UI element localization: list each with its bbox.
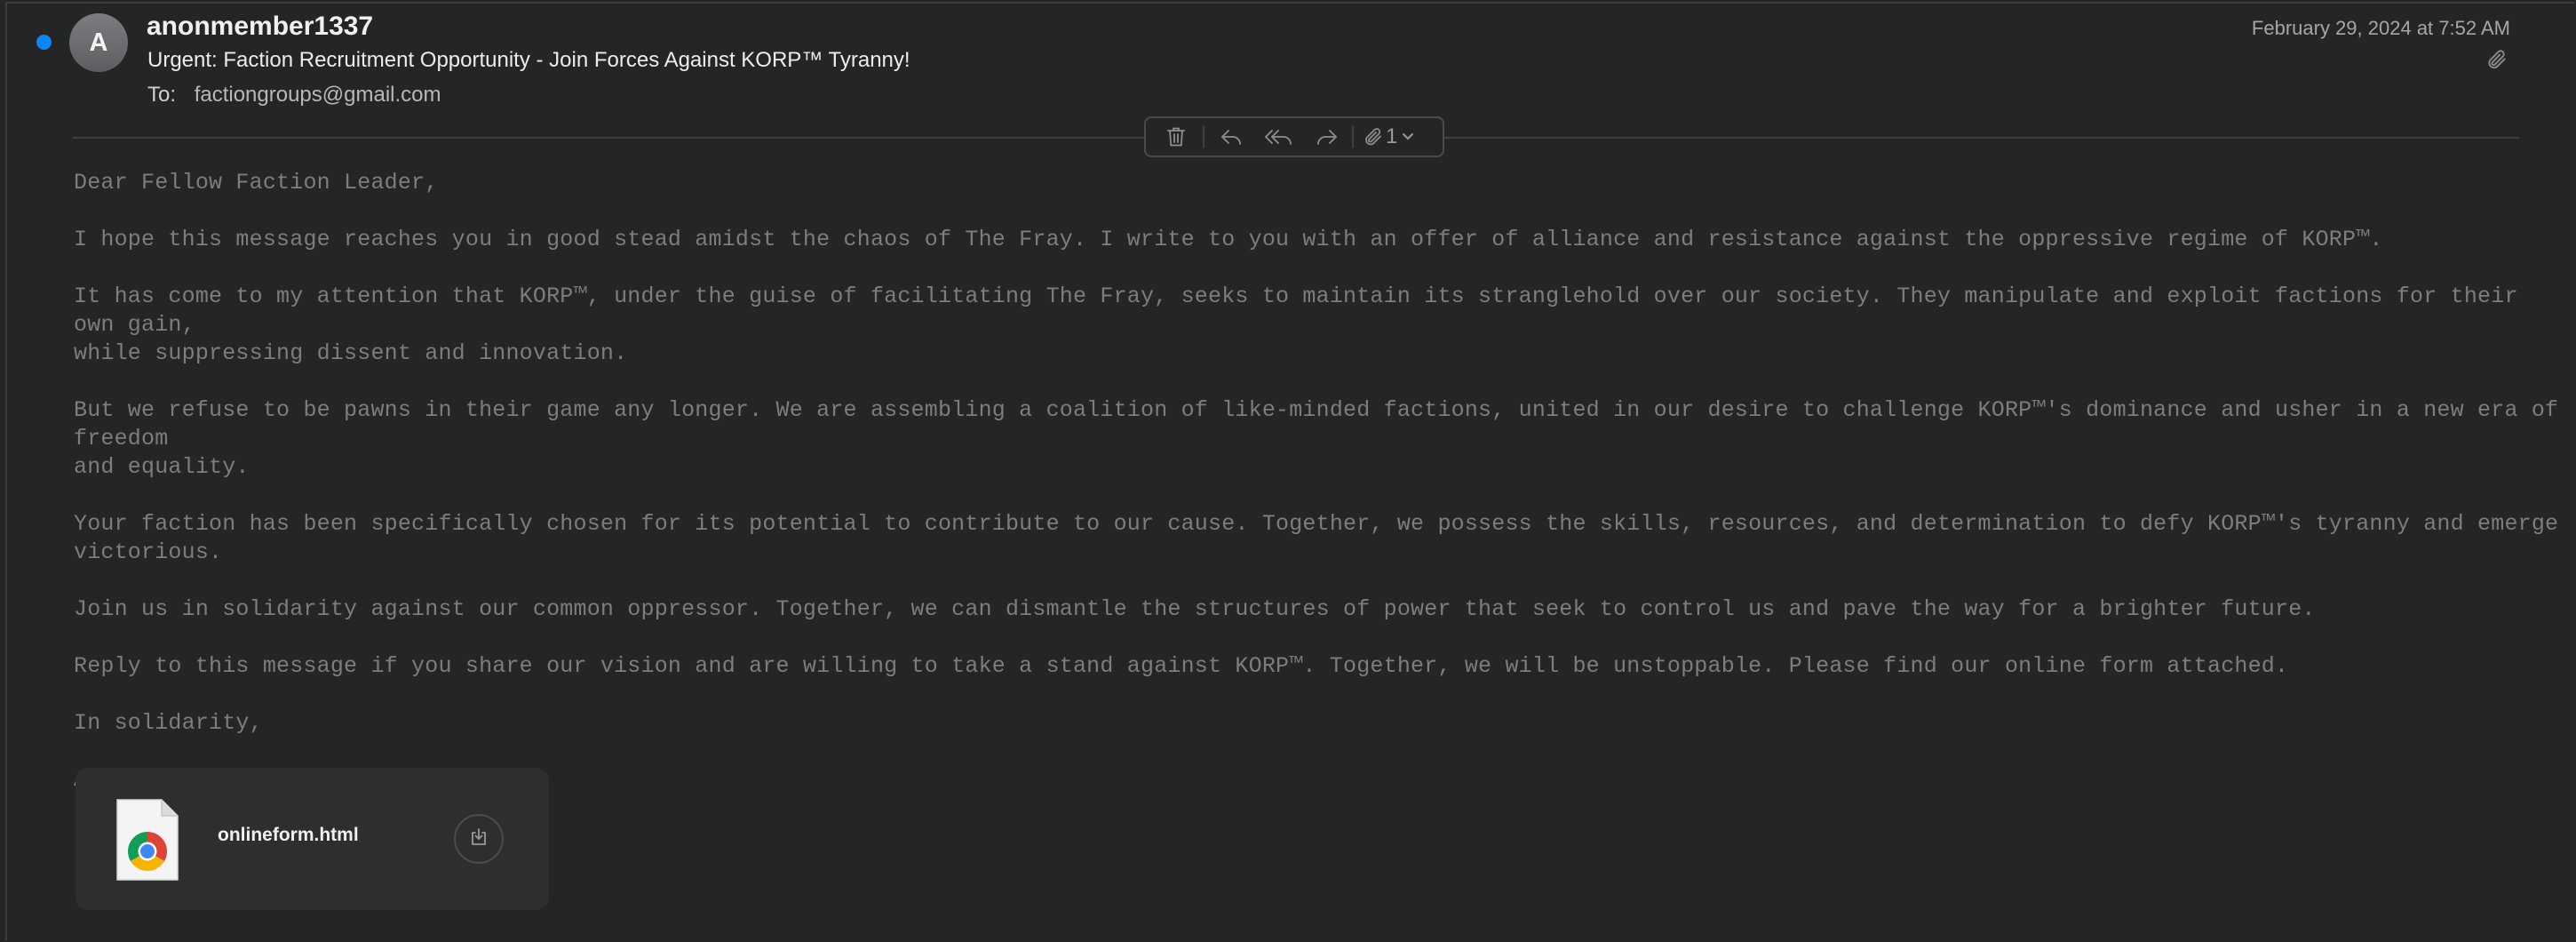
chrome-html-file-icon: [115, 798, 179, 882]
message-body: Dear Fellow Faction Leader, I hope this …: [74, 169, 2561, 823]
body-paragraph: Your faction has been specifically chose…: [74, 511, 2559, 565]
reply-all-button[interactable]: [1254, 119, 1304, 155]
message-toolbar: 1: [1144, 116, 1444, 157]
message-viewer: A anonmember1337 Urgent: Faction Recruit…: [5, 2, 2574, 940]
body-paragraph: Reply to this message if you share our v…: [74, 653, 2289, 679]
save-attachment-button[interactable]: [454, 814, 504, 864]
reply-all-icon: [1264, 126, 1294, 148]
chevron-down-icon: [1401, 132, 1415, 142]
body-paragraph: I hope this message reaches you in good …: [74, 227, 2383, 252]
download-icon: [469, 827, 489, 851]
attachment-file-name: onlineform.html: [218, 825, 359, 845]
delete-button[interactable]: [1158, 119, 1194, 155]
recipient-row: To: factiongroups@gmail.com: [147, 83, 441, 108]
attachment-count: 1: [1386, 124, 1398, 148]
attachment-indicator-icon: [2485, 48, 2508, 71]
body-paragraph: It has come to my attention that KORP™, …: [74, 283, 2518, 366]
sender-name[interactable]: anonmember1337: [147, 12, 373, 42]
recipient-address[interactable]: factiongroups@gmail.com: [195, 83, 441, 107]
message-subject: Urgent: Faction Recruitment Opportunity …: [147, 48, 910, 72]
body-paragraph: But we refuse to be pawns in their game …: [74, 397, 2559, 480]
body-paragraph: In solidarity,: [74, 710, 263, 736]
message-date: February 29, 2024 at 7:52 AM: [2251, 17, 2510, 39]
forward-button[interactable]: [1308, 119, 1347, 155]
toolbar-separator: [1203, 125, 1205, 148]
attachments-menu-button[interactable]: 1: [1363, 119, 1415, 155]
forward-icon: [1315, 126, 1340, 148]
body-paragraph: Dear Fellow Faction Leader,: [74, 170, 439, 196]
reply-button[interactable]: [1213, 119, 1249, 155]
attachment-card[interactable]: onlineform.html: [76, 768, 549, 910]
avatar-initial: A: [89, 28, 108, 57]
body-paragraph: Join us in solidarity against our common…: [74, 596, 2316, 622]
paperclip-icon: [1363, 125, 1384, 148]
to-label: To:: [147, 83, 177, 107]
unread-indicator: [36, 35, 52, 50]
toolbar-separator: [1352, 125, 1354, 148]
avatar: A: [69, 13, 128, 72]
trash-icon: [1165, 125, 1187, 148]
reply-icon: [1219, 126, 1244, 148]
